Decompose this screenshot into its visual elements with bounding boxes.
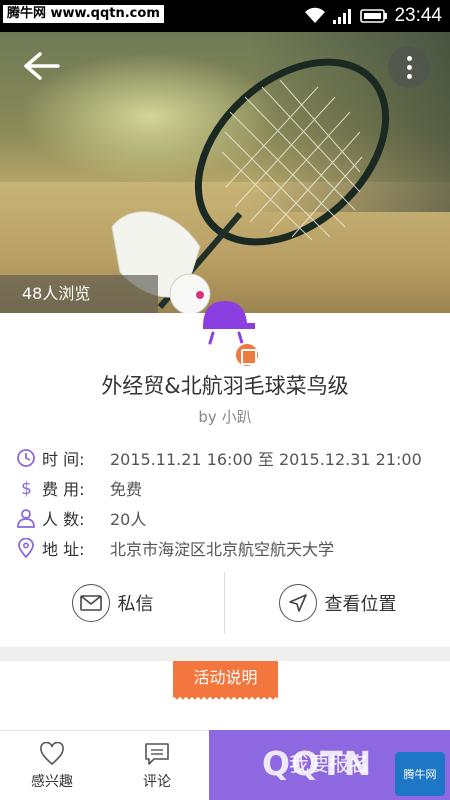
- qqtn-watermark: QQTN: [262, 744, 373, 783]
- dollar-icon: $: [16, 478, 36, 498]
- comment-label: 评论: [143, 773, 171, 790]
- status-bar: 腾牛网 www.qqtn.com 23:44: [0, 0, 450, 32]
- view-location-button[interactable]: 查看位置: [225, 572, 450, 634]
- action-divider: [224, 572, 225, 634]
- info-label: 人 数:: [42, 510, 85, 529]
- more-options-button[interactable]: [388, 46, 430, 88]
- qqtn-logo: 腾牛网: [395, 752, 445, 796]
- heart-icon: [40, 741, 64, 765]
- location-pin-icon: [16, 538, 36, 558]
- info-row-address: 地 址: 北京市海淀区北京航空航天大学: [16, 535, 334, 561]
- event-organizer: by 小趴: [198, 408, 252, 426]
- views-count-badge: 48人浏览: [0, 275, 158, 313]
- message-button[interactable]: 私信: [0, 572, 225, 634]
- tab-event-description[interactable]: 活动说明: [173, 661, 278, 701]
- hero-image: 48人浏览: [0, 32, 450, 313]
- comment-icon: [145, 742, 169, 765]
- signal-icon: [333, 9, 352, 24]
- info-row-people: 人 数: 20人: [16, 505, 146, 531]
- clock-icon: [16, 448, 36, 468]
- info-value: 20人: [110, 510, 147, 529]
- more-dot-icon: [407, 74, 412, 79]
- badminton-racket-shuttlecock-picture: [111, 58, 390, 313]
- info-label: 费 用:: [42, 480, 85, 499]
- interested-button[interactable]: 感兴趣: [0, 731, 104, 800]
- event-title: 外经贸&北航羽毛球菜鸟级: [101, 374, 349, 398]
- arrow-left-icon: [24, 52, 60, 80]
- navigation-arrow-icon: [278, 584, 317, 622]
- info-value: 免费: [110, 480, 143, 499]
- info-row-cost: $ 费 用: 免费: [16, 475, 142, 501]
- info-label: 时 间:: [42, 450, 85, 469]
- watermark-label: 腾牛网 www.qqtn.com: [3, 5, 164, 23]
- clock: 23:44: [394, 5, 442, 26]
- view-location-label: 查看位置: [324, 594, 397, 615]
- info-label: 地 址:: [42, 540, 85, 559]
- wifi-icon: [305, 7, 326, 23]
- svg-text:$: $: [21, 479, 32, 498]
- action-bar: 私信 查看位置: [0, 572, 450, 634]
- envelope-icon: [71, 584, 110, 622]
- info-row-time: 时 间: 2015.11.21 16:00 至 2015.12.31 21:00: [16, 445, 422, 471]
- section-separator: [0, 647, 450, 661]
- message-label: 私信: [117, 594, 154, 615]
- back-button[interactable]: [18, 48, 62, 84]
- info-value: 2015.11.21 16:00 至 2015.12.31 21:00: [110, 450, 422, 469]
- status-icons: 23:44: [304, 4, 442, 28]
- level-badge-icon: [234, 342, 260, 368]
- person-icon: [16, 508, 36, 528]
- comment-button[interactable]: 评论: [105, 731, 209, 800]
- more-dot-icon: [407, 56, 412, 61]
- more-dot-icon: [407, 65, 412, 70]
- info-value: 北京市海淀区北京航空航天大学: [110, 540, 335, 559]
- interested-label: 感兴趣: [31, 773, 73, 790]
- battery-icon: [360, 9, 388, 23]
